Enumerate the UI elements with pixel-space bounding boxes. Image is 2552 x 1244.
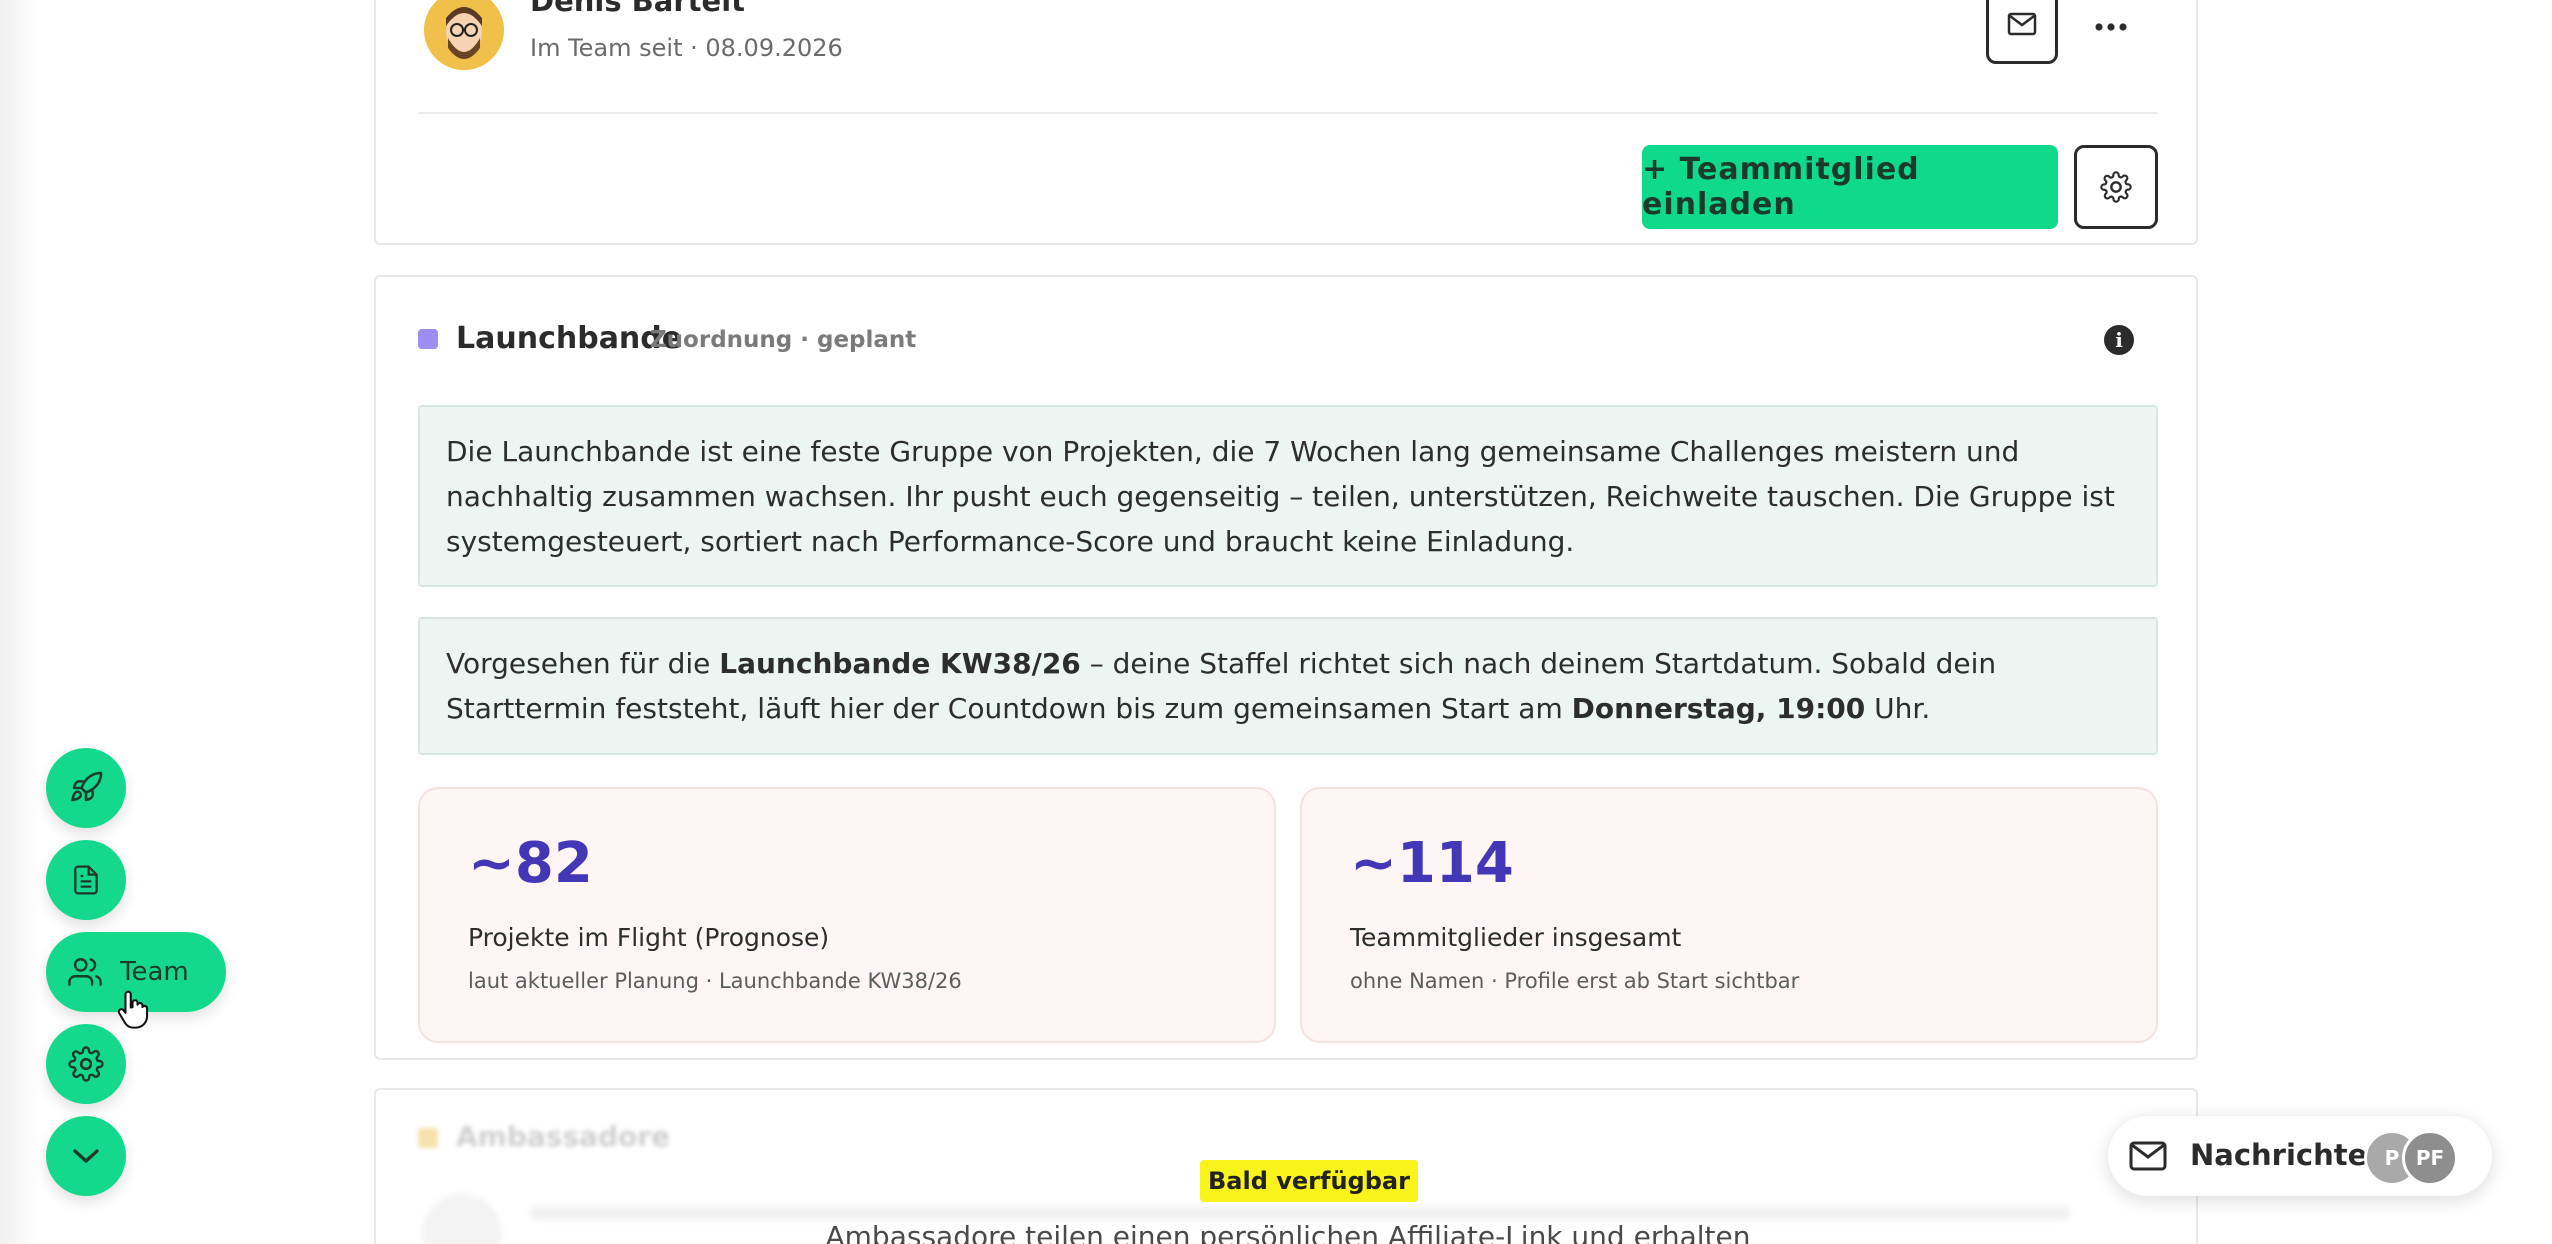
- invite-member-button[interactable]: + Teammitglied einladen: [1642, 145, 2058, 229]
- stat-value: ~114: [1350, 831, 1514, 896]
- more-options-button[interactable]: [2086, 2, 2136, 52]
- launchband-color-dot: [418, 329, 438, 349]
- launchband-status: Zuordnung · geplant: [650, 327, 917, 353]
- ambassadors-title: Ambassadore: [456, 1120, 671, 1153]
- nav-settings-button[interactable]: [46, 1024, 126, 1104]
- launchband-description: Die Launchbande ist eine feste Gruppe vo…: [418, 405, 2158, 587]
- stat-card-projects: ~82 Projekte im Flight (Prognose) laut a…: [418, 787, 1276, 1043]
- stat-card-members: ~114 Teammitglieder insgesamt ohne Namen…: [1300, 787, 2158, 1043]
- stat-label: Projekte im Flight (Prognose): [468, 923, 830, 952]
- hand-pointer-icon: [117, 990, 149, 1029]
- chevron-down-icon: [73, 1149, 99, 1163]
- launchband-schedule: Vorgesehen für die Launchbande KW38/26 –…: [418, 617, 2158, 755]
- schedule-start: Donnerstag, 19:00: [1571, 692, 1866, 725]
- member-name: Denis Bartelt: [530, 0, 745, 18]
- schedule-prefix: Vorgesehen für die: [446, 647, 720, 680]
- rocket-icon: [71, 771, 103, 802]
- stat-label: Teammitglieder insgesamt: [1350, 923, 1682, 952]
- document-icon: [74, 865, 98, 895]
- launchband-card: Launchbande Zuordnung · geplant i Die La…: [374, 275, 2198, 1060]
- gear-icon: [2100, 171, 2132, 203]
- ambassadors-color-dot: [418, 1128, 438, 1148]
- avatar: PF: [2402, 1130, 2458, 1186]
- ambassadors-card: Ambassadore Bald verfügbar Ambassadore t…: [374, 1088, 2198, 1244]
- team-member-card: Denis Bartelt Im Team seit · 08.09.2026 …: [374, 0, 2198, 245]
- nav-documents-button[interactable]: [46, 840, 126, 920]
- avatar: [424, 0, 504, 70]
- schedule-band: Launchbande KW38/26: [719, 647, 1081, 680]
- team-icon: [68, 958, 102, 986]
- nav-team-label: Team: [120, 957, 189, 987]
- stat-note: laut aktueller Planung · Launchbande KW3…: [468, 969, 962, 993]
- divider: [418, 112, 2158, 114]
- schedule-suffix: Uhr.: [1865, 692, 1931, 725]
- nav-collapse-button[interactable]: [46, 1116, 126, 1196]
- launchband-title: Launchbande: [456, 321, 683, 356]
- messages-label: Nachrichten: [2190, 1138, 2388, 1172]
- messages-button[interactable]: Nachrichten P PF: [2108, 1116, 2492, 1196]
- member-since: Im Team seit · 08.09.2026: [530, 34, 843, 62]
- sidebar-shadow: [0, 0, 40, 1244]
- envelope-icon: [2129, 1141, 2167, 1171]
- nav-launch-button[interactable]: [46, 748, 126, 828]
- more-icon: [2095, 23, 2127, 31]
- gear-icon: [68, 1046, 104, 1082]
- stat-value: ~82: [468, 831, 593, 896]
- coming-soon-badge: Bald verfügbar: [1200, 1160, 1418, 1202]
- placeholder-line: [530, 1206, 2070, 1220]
- ambassadors-text: Ambassadore teilen einen persönlichen Af…: [825, 1220, 1751, 1244]
- envelope-icon: [2007, 12, 2037, 36]
- avatar-illustration: [424, 0, 504, 70]
- message-member-button[interactable]: [1986, 0, 2058, 64]
- stat-note: ohne Namen · Profile erst ab Start sicht…: [1350, 969, 1800, 993]
- info-icon[interactable]: i: [2104, 325, 2134, 355]
- team-settings-button[interactable]: [2074, 145, 2158, 229]
